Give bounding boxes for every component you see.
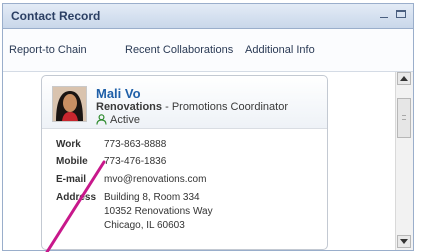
- address-line-3: Chicago, IL 60603: [104, 220, 185, 231]
- mobile-label: Mobile: [56, 156, 88, 167]
- work-phone[interactable]: 773-863-8888: [104, 139, 166, 150]
- minimize-icon[interactable]: [377, 7, 391, 21]
- organization-name: Renovations: [96, 101, 163, 113]
- contact-organization-role: Renovations - Promotions Coordinator: [96, 101, 288, 113]
- email-link[interactable]: mvo@renovations.com: [104, 174, 206, 185]
- maximize-icon[interactable]: [394, 7, 408, 21]
- address-line-2: 10352 Renovations Way: [104, 206, 213, 217]
- avatar: [52, 86, 87, 122]
- tab-additional-info[interactable]: Additional Info: [245, 44, 315, 56]
- mobile-phone[interactable]: 773-476-1836: [104, 156, 166, 167]
- person-icon: [96, 114, 107, 128]
- tab-bar: Report-to Chain Recent Collaborations Ad…: [3, 29, 413, 72]
- email-label: E-mail: [56, 174, 87, 185]
- tab-report-to-chain[interactable]: Report-to Chain: [9, 44, 87, 56]
- vertical-scrollbar[interactable]: [395, 72, 413, 250]
- scroll-up-icon[interactable]: [397, 72, 411, 85]
- job-role: Promotions Coordinator: [171, 101, 288, 113]
- address-label: Address: [56, 192, 97, 203]
- status-text: Active: [110, 114, 140, 126]
- scrollbar-thumb[interactable]: [397, 98, 411, 138]
- scroll-down-icon[interactable]: [397, 235, 411, 248]
- contact-name[interactable]: Mali Vo: [96, 86, 141, 101]
- window-titlebar: Contact Record: [3, 4, 413, 29]
- window-title: Contact Record: [11, 9, 101, 23]
- presence-status: Active: [96, 114, 140, 128]
- tab-recent-collaborations[interactable]: Recent Collaborations: [125, 44, 233, 56]
- address-line-1: Building 8, Room 334: [104, 192, 200, 203]
- org-separator: -: [165, 101, 169, 113]
- work-label: Work: [56, 139, 81, 150]
